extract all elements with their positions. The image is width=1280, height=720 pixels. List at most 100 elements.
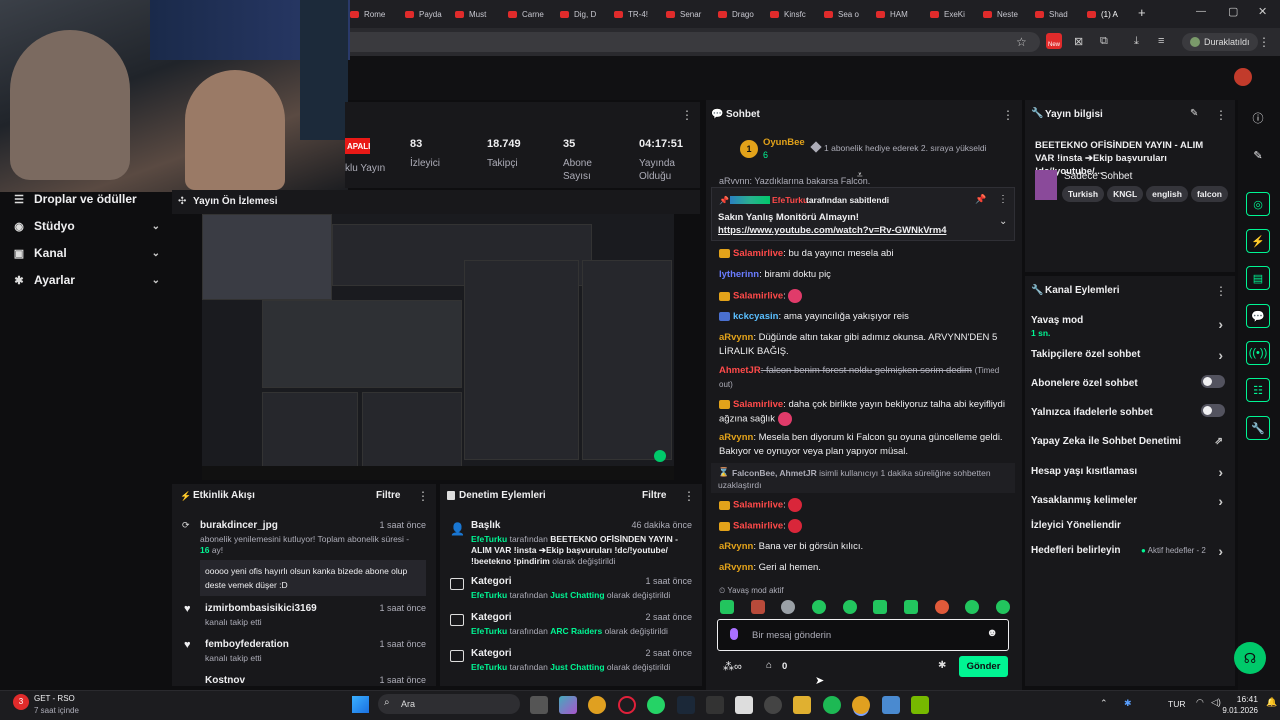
media-icon[interactable]: ≡ xyxy=(1158,35,1164,47)
input-language[interactable]: TUR xyxy=(1168,699,1185,709)
whatsapp-icon[interactable] xyxy=(647,696,665,714)
chat-icon[interactable]: 💬 xyxy=(1246,304,1270,328)
emote-icon[interactable] xyxy=(720,600,734,614)
emote-icon[interactable] xyxy=(965,600,980,614)
action-slow-mode[interactable]: Yavaş mod 1 sn. › xyxy=(1031,315,1229,338)
broadcast-icon[interactable]: ((•)) xyxy=(1246,341,1270,365)
bluetooth-icon[interactable]: ✱ xyxy=(1124,698,1132,709)
download-icon[interactable]: ⤓ xyxy=(1134,35,1139,48)
emote-only-toggle[interactable] xyxy=(1201,404,1225,417)
chrome-icon[interactable] xyxy=(588,696,606,714)
nav-drops[interactable]: ☰ Droplar ve ödüller xyxy=(12,189,160,209)
info-icon[interactable]: ⓘ xyxy=(1246,106,1270,130)
tray-chevron-icon[interactable]: ⌃ xyxy=(1100,698,1108,709)
chat-menu-icon[interactable]: ⋮ xyxy=(1002,108,1014,122)
browser-tab[interactable]: HAM xyxy=(876,6,918,22)
send-button[interactable]: Gönder xyxy=(959,656,1008,677)
action-subscribers-only[interactable]: Abonelere özel sohbet xyxy=(1031,375,1229,389)
tag[interactable]: english xyxy=(1146,186,1188,202)
bookmark-icon[interactable]: ▤ xyxy=(1246,266,1270,290)
maximize-button[interactable]: ▢ xyxy=(1228,5,1238,18)
edit-icon[interactable]: ✎ xyxy=(1190,108,1198,119)
stream-preview-video[interactable] xyxy=(202,214,674,480)
nav-channel[interactable]: ▣ Kanal ⌄ xyxy=(12,243,160,263)
obs-icon[interactable] xyxy=(764,696,782,714)
channel-actions-menu-icon[interactable]: ⋮ xyxy=(1215,284,1227,298)
browser-tab[interactable]: Payda xyxy=(405,6,447,22)
windows-start-icon[interactable] xyxy=(352,696,369,713)
action-ai-moderation[interactable]: Yapay Zeka ile Sohbet Denetimi ⇗ xyxy=(1031,436,1229,447)
support-fab[interactable]: ☊ xyxy=(1234,642,1266,674)
clock-date[interactable]: 9.01.2026 xyxy=(1206,706,1258,715)
browser-tab-active[interactable]: (1) A xyxy=(1087,6,1129,22)
epic-games-icon[interactable] xyxy=(706,696,724,714)
pinned-by-user[interactable]: EfeTurku xyxy=(772,195,808,205)
tag[interactable]: falcon xyxy=(1190,186,1228,202)
browser-tab[interactable]: Shad xyxy=(1035,6,1077,22)
pinned-link[interactable]: https://www.youtube.com/watch?v=Rv-GWNkV… xyxy=(718,225,946,236)
pinned-menu-icon[interactable]: ⋮ xyxy=(998,194,1008,205)
top-gifter-name[interactable]: OyunBee xyxy=(763,137,805,148)
browser-menu-icon[interactable]: ⋮ xyxy=(1258,35,1270,49)
taskbar-search[interactable]: ⌕ Ara xyxy=(378,694,520,714)
close-window-button[interactable]: ✕ xyxy=(1258,5,1267,18)
extension-icon[interactable]: ⊠ xyxy=(1074,35,1083,48)
emote-icon[interactable] xyxy=(811,600,826,614)
browser-tab[interactable]: Carne xyxy=(508,6,550,22)
spotify-icon[interactable] xyxy=(823,696,841,714)
nav-studio[interactable]: ◉ Stüdyo ⌄ xyxy=(12,216,160,236)
stream-info-menu-icon[interactable]: ⋮ xyxy=(1215,108,1227,122)
settings-icon[interactable]: ✱ xyxy=(938,660,946,671)
browser-tab[interactable]: Dig, D xyxy=(560,6,602,22)
browser-tab[interactable]: Drago xyxy=(718,6,760,22)
puzzle-icon[interactable]: ⧉ xyxy=(1100,35,1108,48)
emote-icon[interactable] xyxy=(934,600,949,614)
minimize-button[interactable]: — xyxy=(1196,6,1206,17)
pin-action-icon[interactable]: 📌 xyxy=(975,194,986,205)
browser-tab[interactable]: Rome xyxy=(350,6,392,22)
wifi-icon[interactable]: ◠ xyxy=(1196,697,1204,708)
moderation-menu-icon[interactable]: ⋮ xyxy=(683,489,695,503)
copilot-icon[interactable] xyxy=(559,696,577,714)
category-name[interactable]: Sadece Sohbet xyxy=(1064,171,1132,182)
category-thumbnail[interactable] xyxy=(1035,170,1057,200)
folder-icon[interactable] xyxy=(793,696,811,714)
clock-time[interactable]: 16:41 xyxy=(1236,694,1258,704)
opera-icon[interactable] xyxy=(618,696,636,714)
infinity-icon[interactable]: ⁂∞ xyxy=(723,660,742,673)
action-emote-only[interactable]: Yalnızca ifadelerle sohbet xyxy=(1031,404,1229,418)
browser-tab[interactable]: Sea o xyxy=(824,6,866,22)
bolt-icon[interactable]: ⚡ xyxy=(1246,229,1270,253)
action-raid[interactable]: İzleyici Yöneliendir xyxy=(1031,520,1229,531)
app-icon[interactable] xyxy=(735,696,753,714)
stats-menu-icon[interactable]: ⋮ xyxy=(681,108,693,122)
emote-icon[interactable] xyxy=(995,600,1010,614)
photos-icon[interactable] xyxy=(882,696,900,714)
subscribers-only-toggle[interactable] xyxy=(1201,375,1225,388)
new-extension-badge[interactable]: New xyxy=(1046,33,1062,49)
emote-icon[interactable] xyxy=(842,600,857,614)
emoji-icon[interactable]: ☻ xyxy=(986,627,998,639)
weather-title[interactable]: GET - RSO xyxy=(34,694,75,703)
action-banned-words[interactable]: Yasaklanmış kelimeler › xyxy=(1031,493,1229,509)
chat-input[interactable]: Bir mesaj gönderin ☻ xyxy=(717,619,1009,651)
new-tab-button[interactable]: + xyxy=(1138,5,1146,20)
task-view-icon[interactable] xyxy=(530,696,548,714)
browser-tab[interactable]: Must xyxy=(455,6,497,22)
action-account-age[interactable]: Hesap yaşı kısıtlaması › xyxy=(1031,464,1229,480)
browser-tab[interactable]: Kinsfc xyxy=(770,6,812,22)
chevron-down-icon[interactable]: ⌄ xyxy=(999,216,1007,227)
activity-filter-button[interactable]: Filtre xyxy=(376,490,400,501)
action-followers-only[interactable]: Takipçilere özel sohbet › xyxy=(1031,347,1229,363)
nvidia-icon[interactable] xyxy=(911,696,929,714)
browser-tab[interactable]: Senar xyxy=(666,6,708,22)
moderation-filter-button[interactable]: Filtre xyxy=(642,490,666,501)
activity-menu-icon[interactable]: ⋮ xyxy=(417,489,429,503)
wrench-icon[interactable]: 🔧 xyxy=(1246,416,1270,440)
emote-icon[interactable] xyxy=(750,600,765,614)
treasure-icon[interactable]: ⌂ xyxy=(766,660,772,671)
bookmark-star-icon[interactable]: ☆ xyxy=(1016,35,1027,49)
action-goals[interactable]: Hedefleri belirleyin ● Aktif hedefler - 2… xyxy=(1031,543,1229,559)
nav-settings[interactable]: ✱ Ayarlar ⌄ xyxy=(12,270,160,290)
steam-icon[interactable] xyxy=(677,696,695,714)
